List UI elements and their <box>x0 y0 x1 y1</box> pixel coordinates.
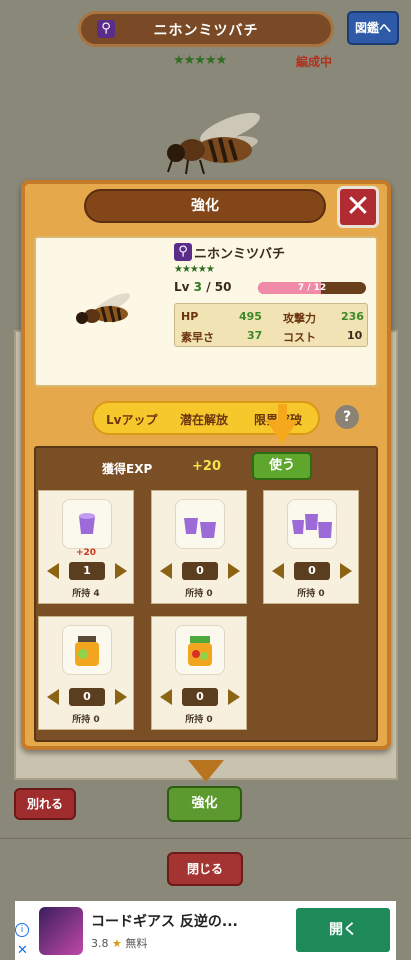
decrease-arrow-icon[interactable] <box>272 563 284 579</box>
rating-star-icon: ★ <box>112 937 122 950</box>
stat-speed-label: 素早さ <box>181 331 214 344</box>
formation-status: 編成中 <box>296 55 333 69</box>
stat-attack-value: 236 <box>341 310 364 323</box>
arrow-down-icon <box>266 420 298 444</box>
ad-rating: 3.8 <box>91 937 109 950</box>
decrease-arrow-icon[interactable] <box>47 563 59 579</box>
ad-title: コードギアス 反逆の... <box>91 914 238 930</box>
encyclopedia-button[interactable]: 図鑑へ <box>347 11 399 45</box>
item-card-3[interactable]: 0 所持 0 <box>263 490 359 604</box>
exp-gain-value: +20 <box>192 459 221 474</box>
item-owned: 所持 0 <box>185 589 213 599</box>
increase-arrow-icon[interactable] <box>115 563 127 579</box>
close-button[interactable]: 閉じる <box>167 852 243 886</box>
enhance-button[interactable]: 強化 <box>167 786 242 822</box>
stat-cost-label: コスト <box>283 331 316 344</box>
dialog-close-button[interactable]: ✕ <box>337 186 379 228</box>
item-count: 1 <box>69 562 105 580</box>
increase-arrow-icon[interactable] <box>228 563 240 579</box>
decrease-arrow-icon[interactable] <box>47 689 59 705</box>
item-owned: 所持 0 <box>72 715 100 725</box>
bee-name-plate: ⚲ ニホンミツバチ <box>78 11 334 47</box>
item-count: 0 <box>69 688 105 706</box>
level-current: 3 <box>193 280 203 294</box>
ad-rating-line: 3.8 ★ 無料 <box>91 935 147 951</box>
item-count: 0 <box>182 562 218 580</box>
item-count: 0 <box>294 562 330 580</box>
three-purple-cups-icon <box>287 499 337 549</box>
arrow-down-icon-stem <box>278 404 287 422</box>
bee-name-header: ニホンミツバチ <box>153 23 259 39</box>
ad-banner[interactable]: i ✕ コードギアス 反逆の... 3.8 ★ 無料 開く <box>15 901 396 960</box>
increase-arrow-icon[interactable] <box>340 563 352 579</box>
item-exp-bonus: +20 <box>75 548 97 558</box>
level-max: / 50 <box>206 280 232 294</box>
two-purple-cups-icon <box>175 499 225 549</box>
item-owned: 所持 4 <box>72 589 100 599</box>
bee-thumbnail <box>76 293 130 324</box>
stat-hp-label: HP <box>181 310 199 323</box>
stat-speed-value: 37 <box>247 329 263 342</box>
stat-box: HP 495 攻撃力 236 素早さ 37 コスト 10 <box>174 303 368 347</box>
stat-cost-value: 10 <box>347 329 363 342</box>
stat-hp-value: 495 <box>239 310 262 323</box>
bee-stars: ★★★★★ <box>174 264 215 275</box>
tab-level-up[interactable]: Lvアップ <box>106 411 157 428</box>
exp-gain-label: 獲得EXP <box>102 462 153 476</box>
info-icon[interactable]: i <box>15 923 29 937</box>
bee-name: ニホンミツバチ <box>194 247 286 262</box>
level-display: Lv 3 / 50 <box>174 280 231 294</box>
honey-jar-icon <box>62 625 112 675</box>
item-card-4[interactable]: 0 所持 0 <box>38 616 134 730</box>
tab-potential-unlock[interactable]: 潜在解放 <box>180 411 228 428</box>
item-owned: 所持 0 <box>185 715 213 725</box>
exp-bar: 7 / 12 <box>258 282 366 294</box>
ad-app-icon <box>39 907 83 955</box>
bee-illustration <box>167 112 260 175</box>
dialog-title: 強化 <box>84 189 326 223</box>
close-ad-icon[interactable]: ✕ <box>17 943 28 958</box>
use-button[interactable]: 使う <box>252 452 312 480</box>
item-card-5[interactable]: 0 所持 0 <box>151 616 247 730</box>
decrease-arrow-icon[interactable] <box>160 563 172 579</box>
ad-price: 無料 <box>125 937 148 950</box>
level-label: Lv <box>174 280 190 294</box>
ad-open-button[interactable]: 開く <box>296 908 390 952</box>
increase-arrow-icon[interactable] <box>115 689 127 705</box>
item-card-1[interactable]: +20 1 所持 4 <box>38 490 134 604</box>
arrow-down-icon-2 <box>188 760 224 782</box>
green-honey-jar-icon <box>175 625 225 675</box>
rarity-stars: ★★★★★ <box>173 53 227 68</box>
exp-text: 7 / 12 <box>297 283 327 293</box>
item-card-2[interactable]: 0 所持 0 <box>151 490 247 604</box>
item-owned: 所持 0 <box>297 589 325 599</box>
item-count: 0 <box>182 688 218 706</box>
purple-cup-icon <box>62 499 112 549</box>
bee-type-icon-card: ⚲ <box>174 243 192 261</box>
increase-arrow-icon[interactable] <box>228 689 240 705</box>
leave-button[interactable]: 別れる <box>14 788 76 820</box>
decrease-arrow-icon[interactable] <box>160 689 172 705</box>
divider <box>0 838 411 839</box>
stat-attack-label: 攻撃力 <box>283 312 316 325</box>
help-button[interactable]: ? <box>335 405 359 429</box>
